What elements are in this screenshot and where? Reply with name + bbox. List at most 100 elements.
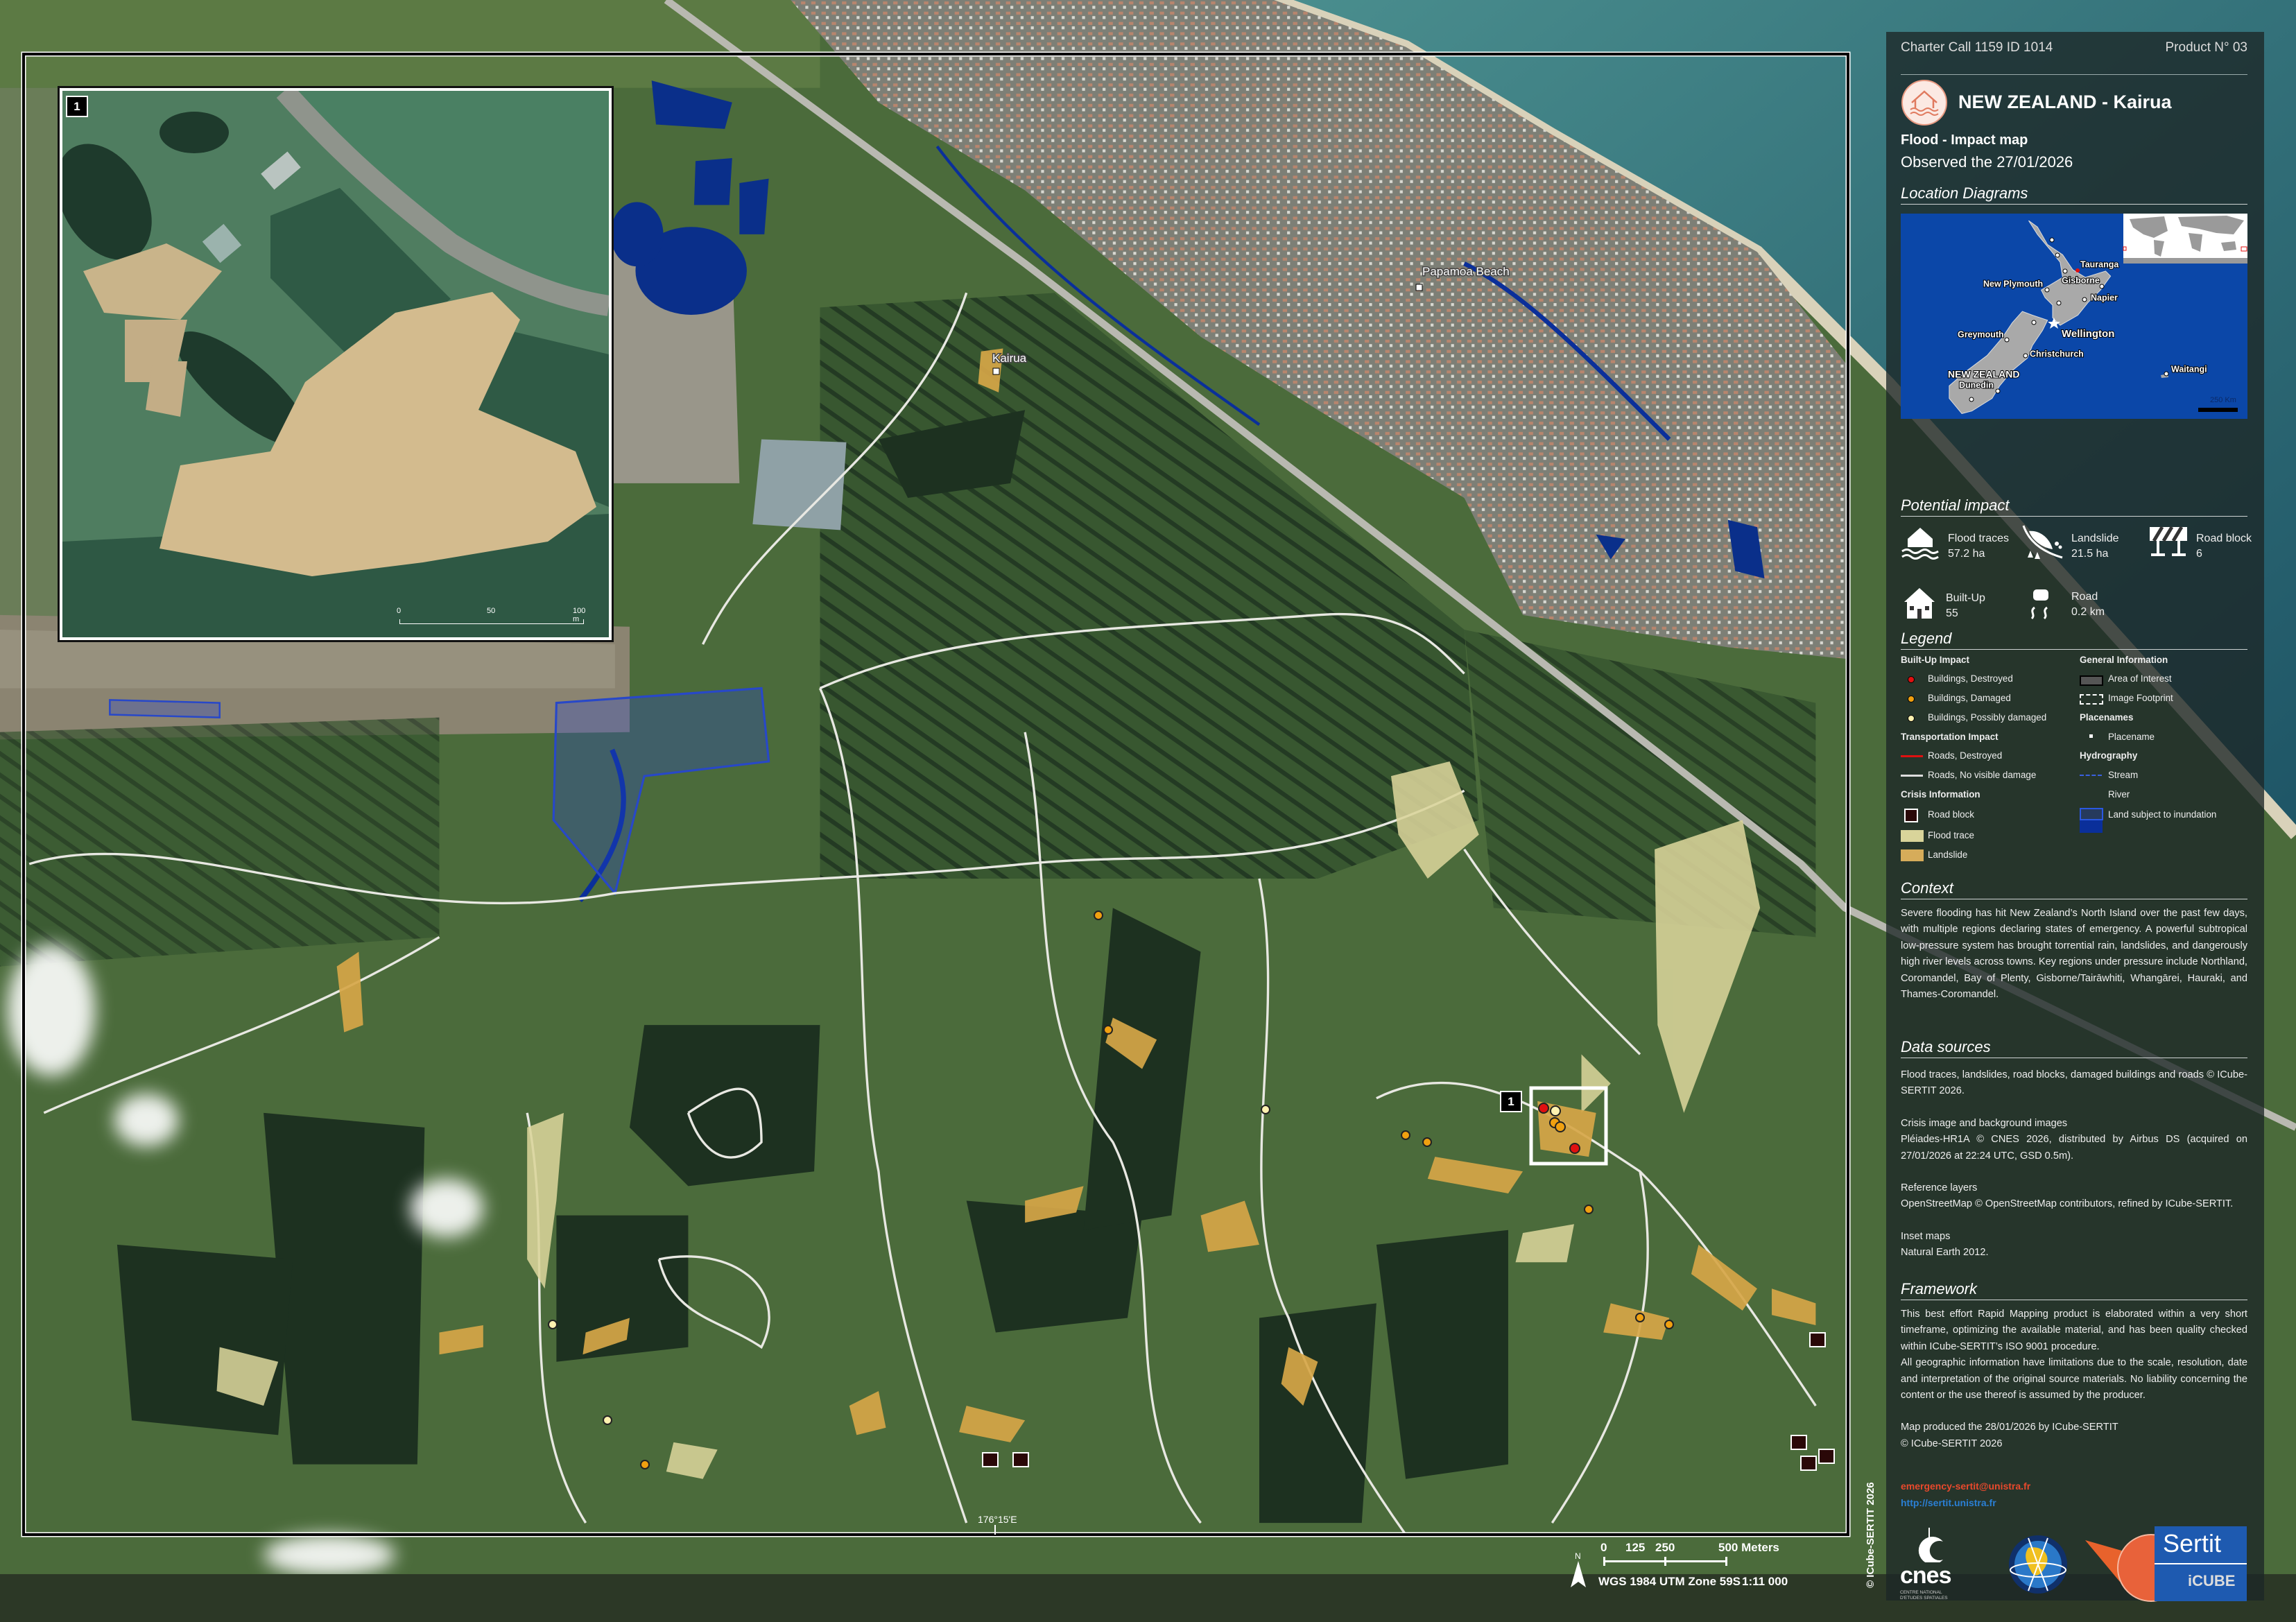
building-damaged[interactable] bbox=[1664, 1320, 1674, 1329]
road-block-icon bbox=[2150, 526, 2187, 556]
framework-p1: This best effort Rapid Mapping product i… bbox=[1901, 1309, 2247, 1352]
building-damaged[interactable] bbox=[1584, 1205, 1594, 1214]
svg-text:N: N bbox=[1575, 1551, 1581, 1561]
inset-map-1[interactable]: 1 0 50 100 m bbox=[60, 88, 612, 640]
scale-tick-500: 500 Meters bbox=[1718, 1541, 1779, 1554]
building-damaged[interactable] bbox=[1103, 1025, 1113, 1035]
legend-road-ok-swatch bbox=[1901, 775, 1923, 777]
house-icon bbox=[1904, 588, 1935, 619]
legend-possibly-swatch bbox=[1908, 715, 1915, 722]
legend-transport-title: Transportation Impact bbox=[1901, 732, 1999, 742]
legend-builtup-title: Built-Up Impact bbox=[1901, 655, 1969, 665]
building-damaged[interactable] bbox=[1401, 1130, 1410, 1140]
legend-river: River bbox=[2108, 789, 2130, 800]
scale-tick-250: 250 bbox=[1655, 1541, 1675, 1554]
label-christchurch: Christchurch bbox=[2030, 349, 2084, 359]
placename-dot bbox=[1415, 284, 1423, 291]
vertical-copyright: © ICube-SERTIT 2026 bbox=[1865, 1482, 1876, 1588]
legend-roads-no-damage: Roads, No visible damage bbox=[1928, 770, 2037, 780]
legend-buildings-possibly: Buildings, Possibly damaged bbox=[1928, 712, 2047, 723]
north-arrow-icon: N bbox=[1571, 1551, 1586, 1587]
flooded-house-icon bbox=[1901, 528, 1939, 560]
impact-road-block-value: 6 bbox=[2196, 548, 2202, 560]
location-map[interactable]: Tauranga Gisborne New Plymouth Napier We… bbox=[1901, 214, 2247, 419]
building-damaged[interactable] bbox=[1422, 1137, 1432, 1147]
legend-damaged-swatch bbox=[1908, 696, 1915, 702]
road-block-icon[interactable] bbox=[1809, 1332, 1826, 1347]
legend-crisis-title: Crisis Information bbox=[1901, 789, 1980, 800]
legend-stream: Stream bbox=[2108, 770, 2139, 780]
map-produced-date: Map produced the 28/01/2026 by ICube-SER… bbox=[1901, 1422, 2118, 1433]
legend-footprint-swatch bbox=[2080, 694, 2103, 705]
legend-road-destroyed-swatch bbox=[1901, 755, 1923, 757]
data-source-imagery: Pléiades-HR1A © CNES 2026, distributed b… bbox=[1901, 1134, 2247, 1162]
impact-road-value: 0.2 km bbox=[2071, 606, 2105, 618]
aoi-number-label: 1 bbox=[1500, 1091, 1522, 1112]
world-locator-map bbox=[2123, 214, 2247, 264]
label-new-zealand: NEW ZEALAND bbox=[1948, 369, 2019, 380]
data-sources: Flood traces, landslides, road blocks, d… bbox=[1901, 1067, 2247, 1261]
legend-buildings-destroyed: Buildings, Destroyed bbox=[1928, 673, 2013, 684]
sertit-icube-logo: Sertit iCUBE bbox=[2085, 1526, 2247, 1603]
scale-tick-125: 125 bbox=[1625, 1541, 1646, 1554]
building-destroyed[interactable] bbox=[1569, 1143, 1580, 1154]
impact-landslide: Landslide 21.5 ha bbox=[2071, 533, 2119, 560]
building-possibly-damaged[interactable] bbox=[603, 1415, 612, 1425]
slippery-road-icon bbox=[2030, 589, 2048, 620]
road-block-icon[interactable] bbox=[982, 1452, 999, 1467]
road-block-icon[interactable] bbox=[1790, 1435, 1807, 1450]
info-panel: Charter Call 1159 ID 1014 Product N° 03 … bbox=[1886, 32, 2264, 1603]
building-possibly-damaged[interactable] bbox=[548, 1320, 558, 1329]
legend-area-of-interest: Area of Interest bbox=[2108, 673, 2172, 684]
building-damaged[interactable] bbox=[1555, 1121, 1566, 1132]
legend-road-block-swatch bbox=[1904, 809, 1918, 822]
framework-heading: Framework bbox=[1901, 1280, 2247, 1300]
map-title: NEW ZEALAND - Kairua bbox=[1958, 92, 2172, 112]
legend-hydrography-title: Hydrography bbox=[2080, 750, 2138, 761]
building-possibly-damaged[interactable] bbox=[1261, 1105, 1270, 1114]
label-tauranga: Tauranga bbox=[2080, 259, 2119, 269]
impact-landslide-value: 21.5 ha bbox=[2071, 548, 2109, 560]
legend-inundation-swatch bbox=[2080, 808, 2103, 820]
aoi-location-marker bbox=[2075, 268, 2080, 273]
data-source-inset: Natural Earth 2012. bbox=[1901, 1247, 1989, 1259]
longitude-label: 176°15'E bbox=[978, 1514, 1017, 1525]
legend-land-subject-to-inundation: Land subject to inundation bbox=[2108, 809, 2217, 820]
building-destroyed[interactable] bbox=[1538, 1103, 1549, 1114]
website-link[interactable]: http://sertit.unistra.fr bbox=[1901, 1497, 2247, 1508]
data-source-crisis-info: Flood traces, landslides, road blocks, d… bbox=[1901, 1069, 2247, 1097]
map-subtitle: Flood - Impact map bbox=[1901, 132, 2028, 148]
inset-scale-tick-0: 0 bbox=[397, 607, 402, 615]
copyright: © ICube-SERTIT 2026 bbox=[1901, 1438, 2003, 1449]
building-damaged[interactable] bbox=[640, 1460, 650, 1469]
impact-built-up-value: 55 bbox=[1946, 607, 1958, 619]
road-block-icon[interactable] bbox=[1818, 1449, 1835, 1464]
projection-label: WGS 1984 UTM Zone 59S bbox=[1598, 1575, 1741, 1588]
inset-scale-tick-50: 50 bbox=[487, 607, 496, 615]
data-source-reference: OpenStreetMap © OpenStreetMap contributo… bbox=[1901, 1198, 2234, 1210]
label-dunedin: Dunedin bbox=[1959, 380, 1994, 390]
legend-stream-swatch bbox=[2080, 775, 2102, 776]
legend-landslide-swatch bbox=[1901, 849, 1924, 861]
legend-landslide: Landslide bbox=[1928, 849, 1968, 860]
impact-flood-traces: Flood traces 57.2 ha bbox=[1948, 533, 2010, 560]
impact-built-up: Built-Up 55 bbox=[1946, 592, 1985, 619]
framework-text: This best effort Rapid Mapping product i… bbox=[1901, 1306, 2247, 1452]
building-possibly-damaged[interactable] bbox=[1550, 1105, 1561, 1116]
inset-scale-line bbox=[399, 619, 584, 624]
label-wellington: Wellington bbox=[2062, 328, 2114, 340]
inset-scale-bar: 0 50 100 m bbox=[397, 607, 585, 628]
inset-imagery bbox=[62, 91, 609, 637]
legend-placename-swatch bbox=[2089, 734, 2093, 738]
road-block-icon[interactable] bbox=[1012, 1452, 1029, 1467]
data-source-reference-title: Reference layers bbox=[1901, 1182, 1978, 1194]
road-block-icon[interactable] bbox=[1800, 1456, 1817, 1471]
building-damaged[interactable] bbox=[1094, 911, 1103, 920]
placename-dot bbox=[992, 368, 1000, 375]
building-damaged[interactable] bbox=[1635, 1313, 1645, 1322]
legend-flood-trace: Flood trace bbox=[1928, 830, 1974, 840]
legend-roads-destroyed: Roads, Destroyed bbox=[1928, 750, 2003, 761]
contact-email-link[interactable]: emergency-sertit@unistra.fr bbox=[1901, 1481, 2247, 1492]
legend-destroyed-swatch bbox=[1908, 676, 1915, 683]
impact-road: Road 0.2 km bbox=[2071, 591, 2105, 618]
